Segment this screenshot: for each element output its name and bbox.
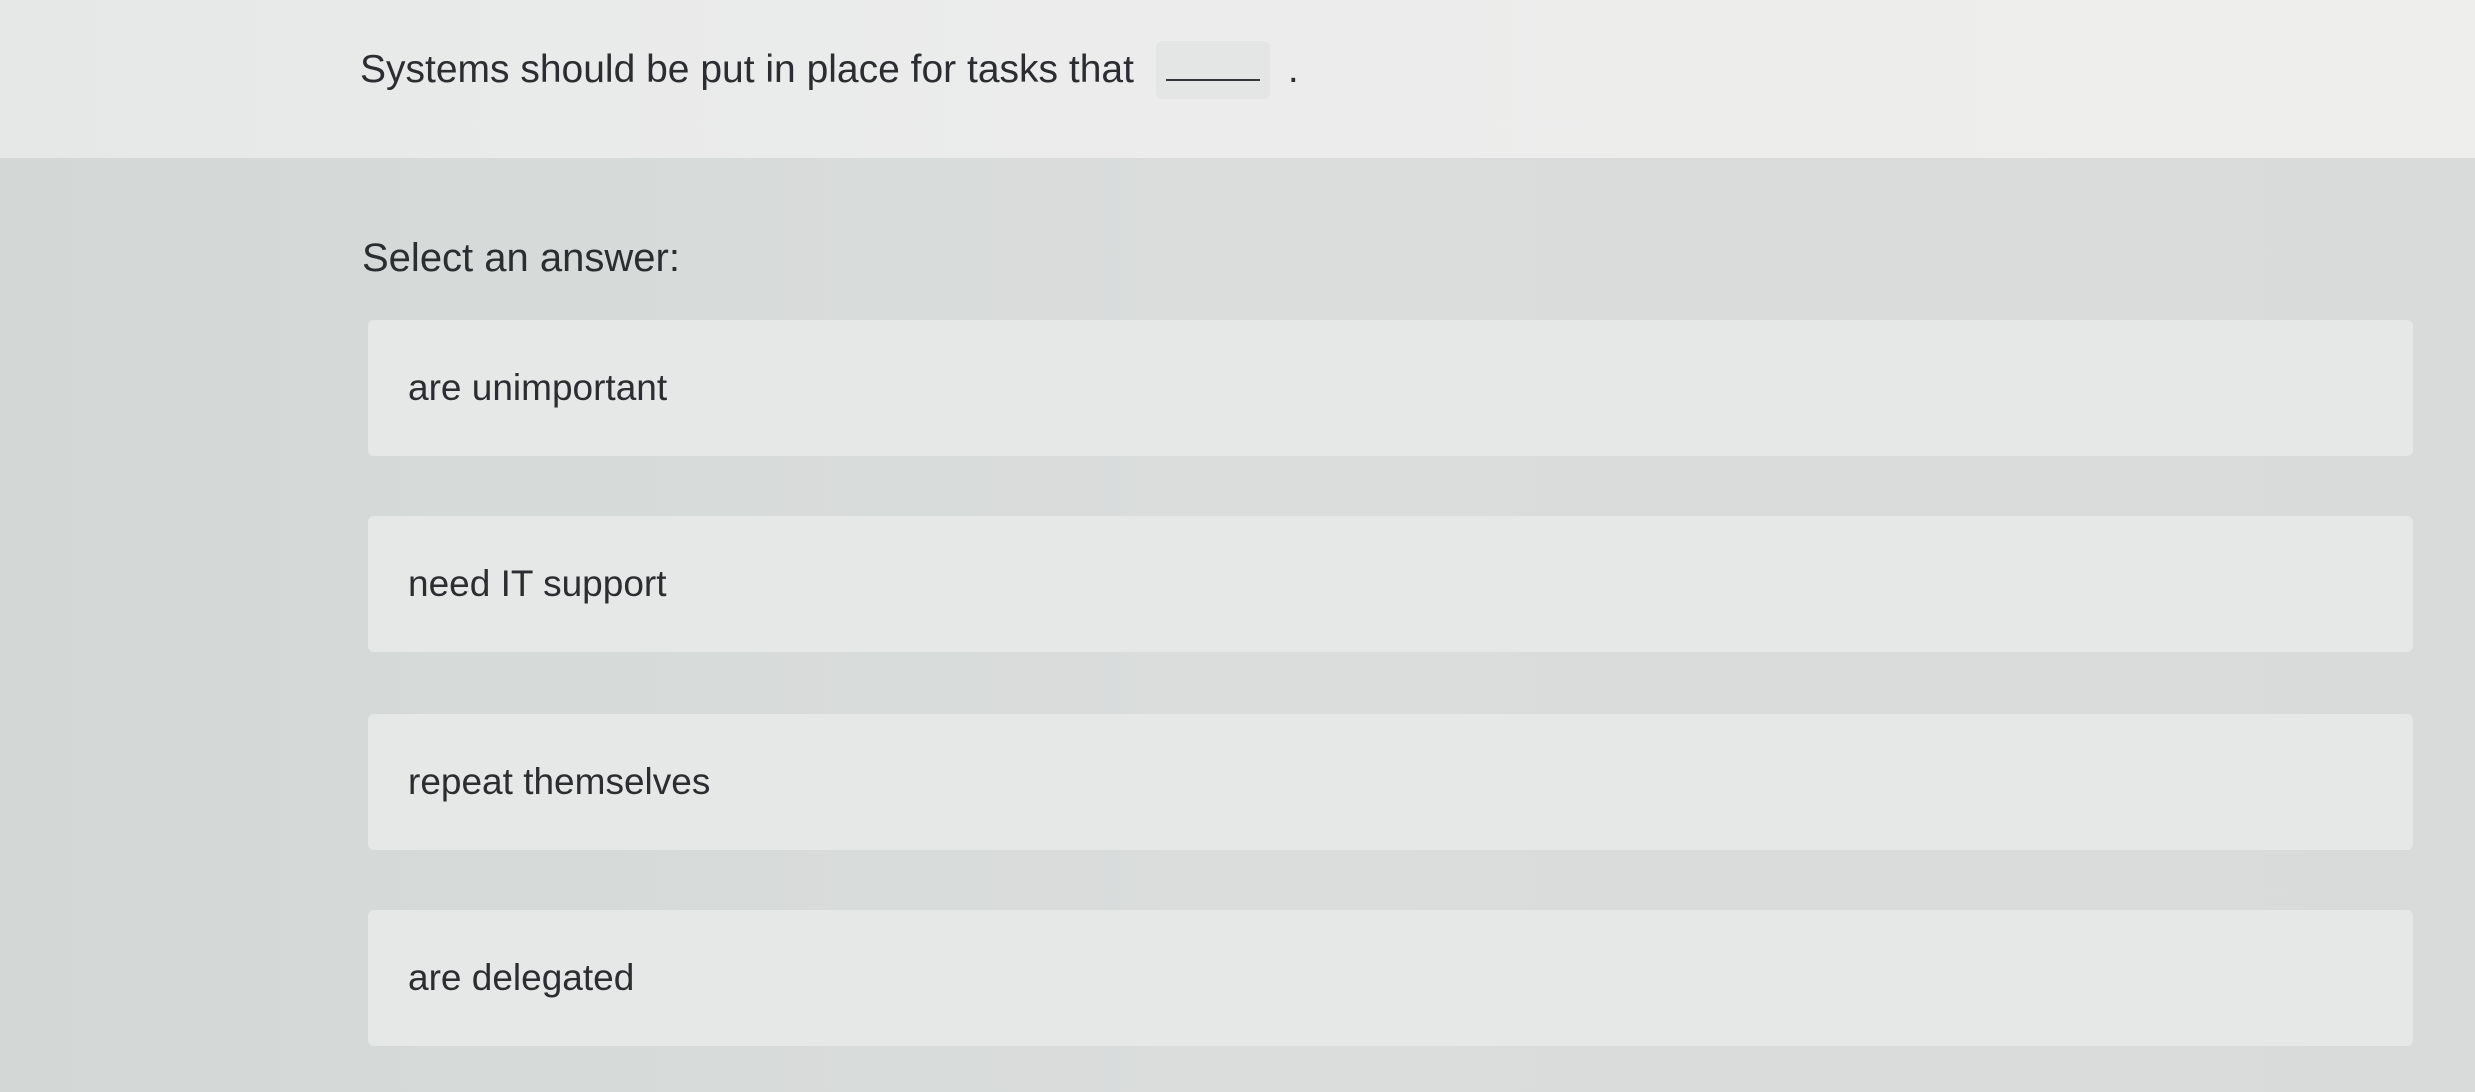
answer-option-need-it-support[interactable]: need IT support [368,516,2413,652]
question-text: Systems should be put in place for tasks… [360,48,1134,91]
answer-option-label: are unimportant [408,367,668,408]
answer-option-are-unimportant[interactable]: are unimportant [368,320,2413,456]
select-answer-prompt: Select an answer: [362,236,680,280]
question-stem: Systems should be put in place for tasks… [360,40,1299,100]
answer-option-repeat-themselves[interactable]: repeat themselves [368,714,2413,850]
answer-option-are-delegated[interactable]: are delegated [368,910,2413,1046]
answer-option-label: repeat themselves [408,761,711,802]
answer-option-label: need IT support [408,563,667,604]
question-period: . [1287,48,1299,91]
answer-blank [1155,41,1270,99]
answer-option-label: are delegated [408,957,635,998]
